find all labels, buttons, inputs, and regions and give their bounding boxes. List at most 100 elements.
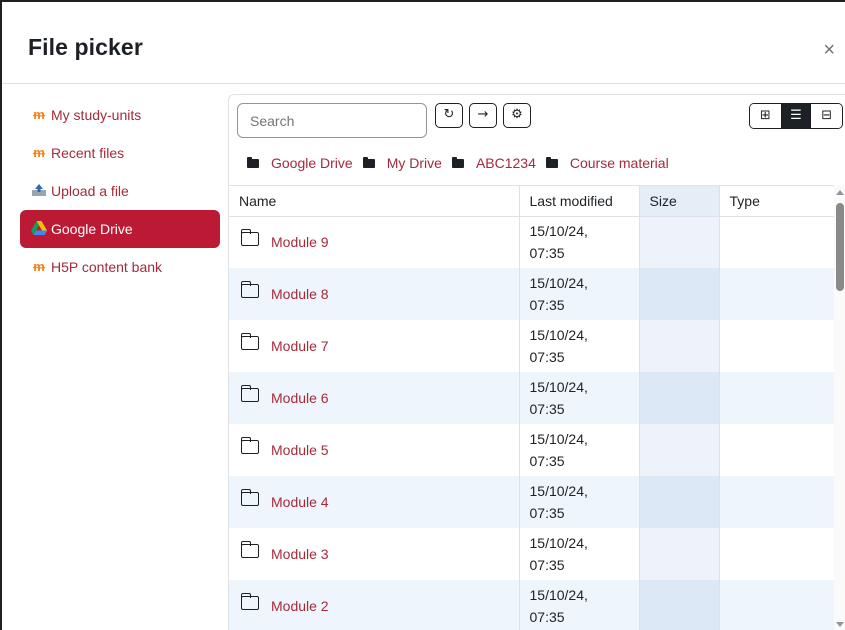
modified-cell: 15/10/24, 07:35 [518, 268, 639, 320]
size-cell [638, 424, 719, 476]
view-tree-button[interactable]: ⊟ [811, 104, 842, 128]
type-cell [718, 216, 835, 268]
moodle-icon: ᵯ [33, 260, 45, 275]
sidebar-item-label: Upload a file [51, 183, 129, 199]
table-row[interactable]: Module 7 15/10/24, 07:35 [229, 320, 835, 372]
sidebar-item-label: My study-units [51, 107, 142, 123]
table-row[interactable]: Module 8 15/10/24, 07:35 [229, 268, 835, 320]
file-browser-panel: ↻ → ⚙ ⊞ ☰ ⊟ Google Drive [228, 94, 845, 630]
type-cell [718, 372, 835, 424]
modified-date: 15/10/24, [529, 223, 588, 240]
view-list-button[interactable]: ☰ [780, 104, 812, 128]
type-cell [718, 320, 835, 372]
folder-name: Module 3 [271, 546, 329, 562]
folder-icon [240, 229, 259, 247]
modified-time: 07:35 [529, 609, 565, 625]
repository-sidebar: ᵯ My study-units ᵯ Recent files Upload a… [20, 96, 220, 286]
folder-name: Module 5 [271, 442, 329, 458]
refresh-button[interactable]: ↻ [435, 103, 463, 128]
column-header-size[interactable]: Size [638, 186, 719, 217]
table-scrollbar[interactable] [834, 185, 845, 630]
modified-date: 15/10/24, [529, 535, 588, 551]
modified-cell: 15/10/24, 07:35 [518, 216, 639, 268]
table-row[interactable]: Module 2 15/10/24, 07:35 [229, 580, 835, 630]
folder-icon [240, 385, 259, 402]
dialog-title: File picker [28, 34, 143, 60]
size-cell [638, 528, 719, 580]
google-drive-icon [30, 220, 48, 238]
folder-icon [545, 156, 558, 168]
sidebar-item-upload-a-file[interactable]: Upload a file [20, 172, 220, 210]
dialog-header: File picker × [2, 2, 845, 84]
scroll-up-arrow-icon[interactable] [836, 190, 844, 195]
scrollbar-thumb[interactable] [836, 203, 844, 291]
breadcrumb-item[interactable]: Course material [545, 155, 669, 171]
sidebar-item-my-study-units[interactable]: ᵯ My study-units [20, 96, 220, 134]
folder-link[interactable]: Module 7 [239, 333, 509, 354]
folder-link[interactable]: Module 8 [239, 281, 509, 302]
folder-link[interactable]: Module 2 [239, 593, 509, 614]
modified-date: 15/10/24, [529, 431, 588, 447]
breadcrumb-label: Course material [569, 155, 669, 171]
type-cell [718, 528, 835, 580]
folder-icon [240, 281, 259, 298]
modified-cell: 15/10/24, 07:35 [518, 320, 639, 372]
size-cell [638, 580, 719, 630]
sidebar-item-label: H5P content bank [51, 259, 163, 275]
type-cell [718, 268, 835, 320]
folder-name: Module 9 [271, 234, 329, 251]
folder-name: Module 2 [271, 598, 329, 614]
modified-time: 07:35 [529, 245, 565, 262]
table-row[interactable]: Module 4 15/10/24, 07:35 [229, 476, 835, 528]
type-cell [718, 424, 835, 476]
table-row[interactable]: Module 9 15/10/24, 07:35 [229, 216, 835, 268]
modified-time: 07:35 [529, 505, 565, 521]
modified-date: 15/10/24, [529, 379, 588, 395]
breadcrumb-label: Google Drive [271, 155, 353, 171]
file-table-container: Name Last modified Size Type Module 9 15… [229, 185, 845, 630]
grid-icon: ⊞ [759, 108, 771, 123]
search-input[interactable] [237, 103, 427, 138]
sidebar-item-google-drive[interactable]: Google Drive [20, 210, 220, 248]
moodle-icon: ᵯ [33, 108, 45, 123]
folder-link[interactable]: Module 3 [239, 541, 509, 562]
settings-button[interactable]: ⚙ [503, 103, 531, 128]
name-cell: Module 6 [229, 372, 519, 424]
list-icon: ☰ [790, 108, 802, 123]
breadcrumb-item[interactable]: Google Drive [247, 155, 353, 171]
table-row[interactable]: Module 6 15/10/24, 07:35 [229, 372, 835, 424]
modified-time: 07:35 [529, 453, 565, 469]
name-cell: Module 2 [229, 580, 519, 630]
modified-cell: 15/10/24, 07:35 [518, 372, 639, 424]
table-header-row: Name Last modified Size Type [229, 186, 835, 217]
breadcrumb-item[interactable]: My Drive [362, 155, 442, 171]
size-cell [638, 476, 719, 528]
folder-link[interactable]: Module 6 [239, 385, 509, 406]
table-row[interactable]: Module 3 15/10/24, 07:35 [229, 528, 835, 580]
size-cell [638, 268, 719, 320]
modified-date: 15/10/24, [529, 275, 588, 291]
column-header-last-modified[interactable]: Last modified [518, 186, 639, 217]
sidebar-item-recent-files[interactable]: ᵯ Recent files [20, 134, 220, 172]
folder-link[interactable]: Module 4 [239, 489, 509, 510]
scroll-down-arrow-icon[interactable] [836, 622, 844, 627]
breadcrumb: Google Drive My Drive ABC1234 Course mat… [247, 155, 679, 171]
folder-link[interactable]: Module 9 [239, 229, 509, 251]
folder-icon [240, 489, 259, 506]
breadcrumb-label: My Drive [386, 155, 442, 171]
logout-button[interactable]: → [469, 103, 497, 128]
folder-icon [240, 333, 259, 350]
folder-icon [451, 156, 464, 168]
sidebar-item-h5p-content-bank[interactable]: ᵯ H5P content bank [20, 248, 220, 286]
column-header-name[interactable]: Name [229, 186, 519, 217]
close-icon[interactable]: × [823, 40, 835, 60]
gear-icon: ⚙ [511, 107, 523, 122]
column-header-type[interactable]: Type [718, 186, 835, 217]
folder-icon [240, 437, 259, 454]
view-icons-button[interactable]: ⊞ [750, 104, 781, 128]
breadcrumb-item[interactable]: ABC1234 [451, 155, 536, 171]
folder-name: Module 6 [271, 390, 329, 406]
breadcrumb-label: ABC1234 [475, 155, 536, 171]
table-row[interactable]: Module 5 15/10/24, 07:35 [229, 424, 835, 476]
folder-link[interactable]: Module 5 [239, 437, 509, 458]
